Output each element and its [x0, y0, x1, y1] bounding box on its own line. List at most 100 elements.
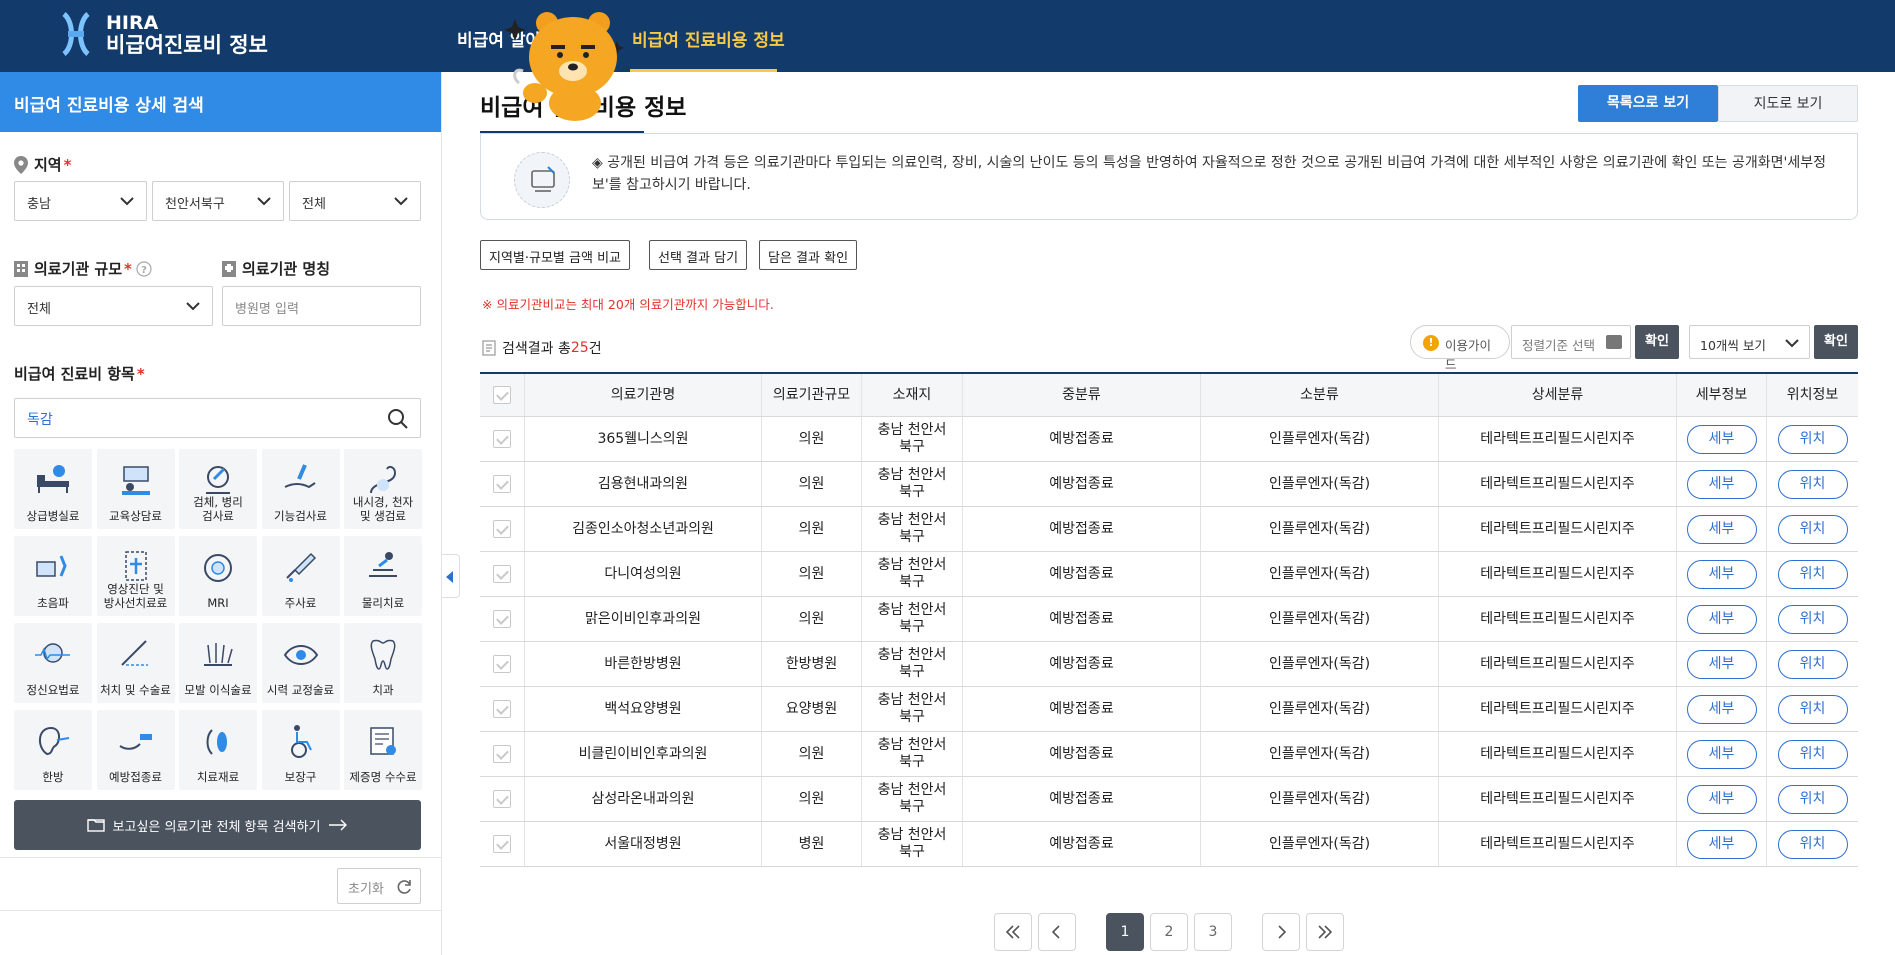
category-label: 내시경, 천자 및 생검료	[352, 495, 414, 523]
name-label: 의료기관 명칭	[222, 258, 330, 279]
row-checkbox[interactable]	[493, 745, 511, 763]
category-label: 치과	[372, 683, 394, 697]
detail-button[interactable]: 세부	[1686, 694, 1757, 724]
nav-item-cost-info[interactable]: 비급여 진료비용 정보	[632, 26, 785, 51]
row-checkbox[interactable]	[493, 835, 511, 853]
region-province-select[interactable]: 충남	[14, 181, 147, 221]
col-header-detail-category[interactable]: 상세분류	[1439, 374, 1677, 416]
location-button[interactable]: 위치	[1777, 424, 1848, 454]
detail-button[interactable]: 세부	[1686, 829, 1757, 859]
category-tile-20[interactable]: 제증명 수수료	[344, 710, 422, 790]
mascot-bear-icon[interactable]	[505, 5, 635, 123]
select-all-checkbox[interactable]	[493, 386, 511, 404]
category-tile-6[interactable]: 초음파	[14, 536, 92, 616]
usage-guide-button[interactable]: ! 이용가이드	[1410, 325, 1510, 372]
double-chevron-right-icon	[1318, 925, 1333, 939]
sort-confirm-button[interactable]: 확인	[1635, 325, 1679, 359]
col-header-sub-category[interactable]: 소분류	[1201, 374, 1439, 416]
category-tile-7[interactable]: 영상진단 및 방사선치료료	[96, 536, 175, 616]
nav-active-underline	[630, 69, 777, 72]
region-city-select[interactable]: 천안서북구	[152, 181, 284, 221]
detail-button[interactable]: 세부	[1686, 514, 1757, 544]
next-page-button[interactable]	[1262, 913, 1300, 951]
reset-button[interactable]: 초기화	[337, 868, 421, 904]
list-view-button[interactable]: 목록으로 보기	[1578, 85, 1718, 122]
category-tile-9[interactable]: 주사료	[261, 536, 340, 616]
row-checkbox[interactable]	[493, 610, 511, 628]
last-page-button[interactable]	[1306, 913, 1344, 951]
col-header-scale[interactable]: 의료기관규모	[762, 374, 862, 416]
page-1-button[interactable]: 1	[1106, 913, 1144, 951]
row-checkbox[interactable]	[493, 790, 511, 808]
page-2-button[interactable]: 2	[1150, 913, 1188, 951]
location-button[interactable]: 위치	[1777, 649, 1848, 679]
location-button[interactable]: 위치	[1777, 784, 1848, 814]
category-tile-11[interactable]: 정신요법료	[14, 623, 92, 703]
all-items-search-button[interactable]: 보고싶은 의료기관 전체 항목 검색하기	[14, 800, 421, 850]
view-saved-button[interactable]: 담은 결과 확인	[759, 240, 858, 270]
per-page-confirm-button[interactable]: 확인	[1814, 325, 1858, 359]
location-button[interactable]: 위치	[1777, 514, 1848, 544]
item-search-input[interactable]: 독감	[14, 398, 421, 438]
detail-button[interactable]: 세부	[1686, 784, 1757, 814]
location-button[interactable]: 위치	[1777, 604, 1848, 634]
category-tile-3[interactable]: 검체, 병리 검사료	[179, 449, 257, 529]
location-button[interactable]: 위치	[1777, 469, 1848, 499]
category-tile-4[interactable]: 기능검사료	[261, 449, 340, 529]
sidebar-collapse-toggle[interactable]	[442, 554, 460, 598]
location-button[interactable]: 위치	[1777, 829, 1848, 859]
row-checkbox[interactable]	[493, 475, 511, 493]
prev-page-button[interactable]	[1038, 913, 1076, 951]
detail-button[interactable]: 세부	[1686, 424, 1757, 454]
search-icon[interactable]	[386, 407, 410, 431]
category-tile-19[interactable]: 보장구	[261, 710, 340, 790]
category-tile-10[interactable]: 물리치료	[344, 536, 422, 616]
detail-button[interactable]: 세부	[1686, 739, 1757, 769]
category-tile-18[interactable]: 치료재료	[179, 710, 257, 790]
first-page-button[interactable]	[994, 913, 1032, 951]
map-view-button[interactable]: 지도로 보기	[1718, 85, 1858, 122]
add-selection-button[interactable]: 선택 결과 담기	[649, 240, 748, 270]
category-tile-8[interactable]: MRI	[179, 536, 257, 616]
row-checkbox[interactable]	[493, 430, 511, 448]
row-checkbox[interactable]	[493, 565, 511, 583]
category-label: 보장구	[284, 770, 317, 784]
compare-by-region-button[interactable]: 지역별·규모별 금액 비교	[480, 240, 630, 270]
detail-button[interactable]: 세부	[1686, 469, 1757, 499]
category-tile-12[interactable]: 처치 및 수술료	[96, 623, 175, 703]
hospital-name-input[interactable]: 병원명 입력	[222, 286, 421, 326]
hira-logo-icon	[62, 12, 90, 56]
col-header-location[interactable]: 소재지	[862, 374, 963, 416]
detail-button[interactable]: 세부	[1686, 649, 1757, 679]
hospital-icon	[222, 260, 236, 277]
col-header-name[interactable]: 의료기관명	[525, 374, 762, 416]
page-3-button[interactable]: 3	[1194, 913, 1232, 951]
row-checkbox[interactable]	[493, 520, 511, 538]
region-district-select[interactable]: 전체	[289, 181, 421, 221]
location-info-cell: 위치	[1767, 687, 1858, 731]
category-tile-17[interactable]: 예방접종료	[96, 710, 175, 790]
category-tile-16[interactable]: 한방	[14, 710, 92, 790]
detail-button[interactable]: 세부	[1686, 559, 1757, 589]
hospital-scale: 의원	[762, 417, 862, 461]
location-info-cell: 위치	[1767, 597, 1858, 641]
row-checkbox[interactable]	[493, 700, 511, 718]
category-tile-14[interactable]: 시력 교정술료	[261, 623, 340, 703]
scale-select[interactable]: 전체	[14, 286, 213, 326]
sort-select[interactable]: 정렬기준 선택	[1511, 325, 1631, 359]
per-page-select[interactable]: 10개씩 보기	[1689, 325, 1810, 359]
site-logo[interactable]: HIRA 비급여진료비 정보	[60, 12, 268, 56]
detail-category: 테라텍트프리필드시린지주	[1439, 507, 1677, 551]
detail-button[interactable]: 세부	[1686, 604, 1757, 634]
help-icon[interactable]: ?	[136, 260, 152, 277]
category-tile-2[interactable]: 교육상담료	[96, 449, 175, 529]
category-tile-15[interactable]: 치과	[344, 623, 422, 703]
row-checkbox[interactable]	[493, 655, 511, 673]
category-tile-13[interactable]: 모발 이식술료	[179, 623, 257, 703]
location-button[interactable]: 위치	[1777, 694, 1848, 724]
col-header-mid-category[interactable]: 중분류	[963, 374, 1201, 416]
location-button[interactable]: 위치	[1777, 559, 1848, 589]
category-tile-1[interactable]: 상급병실료	[14, 449, 92, 529]
location-button[interactable]: 위치	[1777, 739, 1848, 769]
category-tile-5[interactable]: 내시경, 천자 및 생검료	[344, 449, 422, 529]
